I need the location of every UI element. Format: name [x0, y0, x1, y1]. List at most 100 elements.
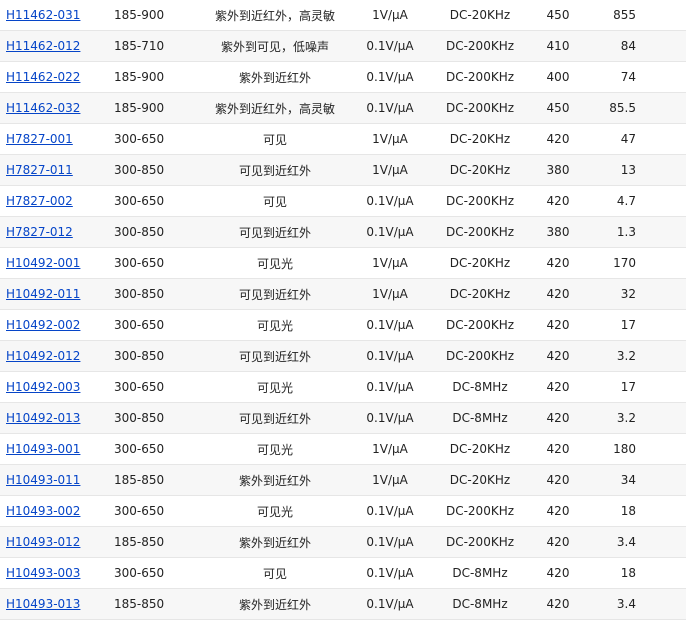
model-cell: H10492-012: [0, 340, 110, 372]
table-row: H7827-002 300-650 可见 0.1V/μA DC-200KHz 4…: [0, 185, 686, 217]
gain-cell: 18: [586, 495, 686, 527]
feature-cell: 紫外到近红外，高灵敏: [200, 0, 350, 31]
peak-wavelength-cell: 420: [530, 495, 586, 527]
model-link[interactable]: H10493-013: [6, 597, 80, 611]
sensitivity-cell: 1V/μA: [350, 433, 430, 465]
feature-cell: 可见: [200, 557, 350, 589]
peak-wavelength-cell: 420: [530, 371, 586, 403]
gain-cell: 18: [586, 557, 686, 589]
spectral-range-cell: 300-650: [110, 309, 200, 341]
sensitivity-cell: 0.1V/μA: [350, 61, 430, 93]
gain-cell: 3.4: [586, 526, 686, 558]
bandwidth-cell: DC-200KHz: [430, 216, 530, 248]
peak-wavelength-cell: 420: [530, 402, 586, 434]
model-link[interactable]: H11462-022: [6, 70, 80, 84]
bandwidth-cell: DC-200KHz: [430, 61, 530, 93]
sensitivity-cell: 0.1V/μA: [350, 92, 430, 124]
model-link[interactable]: H11462-032: [6, 101, 80, 115]
gain-cell: 13: [586, 154, 686, 186]
model-link[interactable]: H10493-003: [6, 566, 80, 580]
model-cell: H11462-032: [0, 92, 110, 124]
model-link[interactable]: H7827-002: [6, 194, 73, 208]
bandwidth-cell: DC-20KHz: [430, 247, 530, 279]
bandwidth-cell: DC-20KHz: [430, 154, 530, 186]
peak-wavelength-cell: 380: [530, 216, 586, 248]
model-link[interactable]: H10493-012: [6, 535, 80, 549]
feature-cell: 可见光: [200, 433, 350, 465]
model-link[interactable]: H11462-012: [6, 39, 80, 53]
spectral-range-cell: 300-850: [110, 340, 200, 372]
product-table: H11462-031 185-900 紫外到近红外，高灵敏 1V/μA DC-2…: [0, 0, 686, 620]
model-link[interactable]: H7827-011: [6, 163, 73, 177]
table-row: H11462-012 185-710 紫外到可见，低噪声 0.1V/μA DC-…: [0, 30, 686, 62]
sensitivity-cell: 0.1V/μA: [350, 526, 430, 558]
model-link[interactable]: H7827-012: [6, 225, 73, 239]
spectral-range-cell: 300-650: [110, 495, 200, 527]
table-row: H10492-011 300-850 可见到近红外 1V/μA DC-20KHz…: [0, 278, 686, 310]
model-link[interactable]: H10492-011: [6, 287, 80, 301]
bandwidth-cell: DC-8MHz: [430, 402, 530, 434]
model-cell: H7827-001: [0, 123, 110, 155]
model-link[interactable]: H7827-001: [6, 132, 73, 146]
peak-wavelength-cell: 380: [530, 154, 586, 186]
sensitivity-cell: 0.1V/μA: [350, 588, 430, 620]
table-row: H7827-001 300-650 可见 1V/μA DC-20KHz 420 …: [0, 123, 686, 155]
table-row: H11462-031 185-900 紫外到近红外，高灵敏 1V/μA DC-2…: [0, 0, 686, 31]
gain-cell: 47: [586, 123, 686, 155]
product-table-body: H11462-031 185-900 紫外到近红外，高灵敏 1V/μA DC-2…: [0, 0, 686, 620]
feature-cell: 可见光: [200, 371, 350, 403]
peak-wavelength-cell: 420: [530, 123, 586, 155]
model-cell: H11462-031: [0, 0, 110, 31]
spectral-range-cell: 185-900: [110, 0, 200, 31]
peak-wavelength-cell: 420: [530, 278, 586, 310]
table-row: H10493-012 185-850 紫外到近红外 0.1V/μA DC-200…: [0, 526, 686, 558]
model-cell: H10493-012: [0, 526, 110, 558]
model-link[interactable]: H10493-002: [6, 504, 80, 518]
gain-cell: 3.4: [586, 588, 686, 620]
feature-cell: 紫外到近红外，高灵敏: [200, 92, 350, 124]
table-row: H11462-022 185-900 紫外到近红外 0.1V/μA DC-200…: [0, 61, 686, 93]
bandwidth-cell: DC-200KHz: [430, 495, 530, 527]
spectral-range-cell: 300-650: [110, 371, 200, 403]
gain-cell: 3.2: [586, 340, 686, 372]
feature-cell: 可见光: [200, 495, 350, 527]
peak-wavelength-cell: 420: [530, 309, 586, 341]
sensitivity-cell: 1V/μA: [350, 0, 430, 31]
spectral-range-cell: 185-850: [110, 526, 200, 558]
gain-cell: 1.3: [586, 216, 686, 248]
model-link[interactable]: H10492-001: [6, 256, 80, 270]
bandwidth-cell: DC-200KHz: [430, 526, 530, 558]
peak-wavelength-cell: 420: [530, 185, 586, 217]
model-cell: H10493-001: [0, 433, 110, 465]
spectral-range-cell: 300-850: [110, 278, 200, 310]
feature-cell: 可见到近红外: [200, 154, 350, 186]
model-cell: H10493-002: [0, 495, 110, 527]
sensitivity-cell: 0.1V/μA: [350, 216, 430, 248]
model-link[interactable]: H10492-003: [6, 380, 80, 394]
peak-wavelength-cell: 420: [530, 526, 586, 558]
model-cell: H7827-012: [0, 216, 110, 248]
table-row: H7827-012 300-850 可见到近红外 0.1V/μA DC-200K…: [0, 216, 686, 248]
sensitivity-cell: 1V/μA: [350, 278, 430, 310]
gain-cell: 4.7: [586, 185, 686, 217]
model-link[interactable]: H11462-031: [6, 8, 80, 22]
bandwidth-cell: DC-8MHz: [430, 588, 530, 620]
model-link[interactable]: H10493-011: [6, 473, 80, 487]
feature-cell: 紫外到近红外: [200, 588, 350, 620]
bandwidth-cell: DC-20KHz: [430, 278, 530, 310]
gain-cell: 17: [586, 371, 686, 403]
model-link[interactable]: H10492-012: [6, 349, 80, 363]
feature-cell: 可见到近红外: [200, 402, 350, 434]
feature-cell: 可见光: [200, 247, 350, 279]
spectral-range-cell: 300-850: [110, 402, 200, 434]
table-row: H10492-003 300-650 可见光 0.1V/μA DC-8MHz 4…: [0, 371, 686, 403]
gain-cell: 855: [586, 0, 686, 31]
table-row: H10493-011 185-850 紫外到近红外 1V/μA DC-20KHz…: [0, 464, 686, 496]
model-link[interactable]: H10492-002: [6, 318, 80, 332]
table-row: H10492-012 300-850 可见到近红外 0.1V/μA DC-200…: [0, 340, 686, 372]
gain-cell: 180: [586, 433, 686, 465]
model-link[interactable]: H10492-013: [6, 411, 80, 425]
model-link[interactable]: H10493-001: [6, 442, 80, 456]
spectral-range-cell: 185-900: [110, 61, 200, 93]
bandwidth-cell: DC-20KHz: [430, 123, 530, 155]
